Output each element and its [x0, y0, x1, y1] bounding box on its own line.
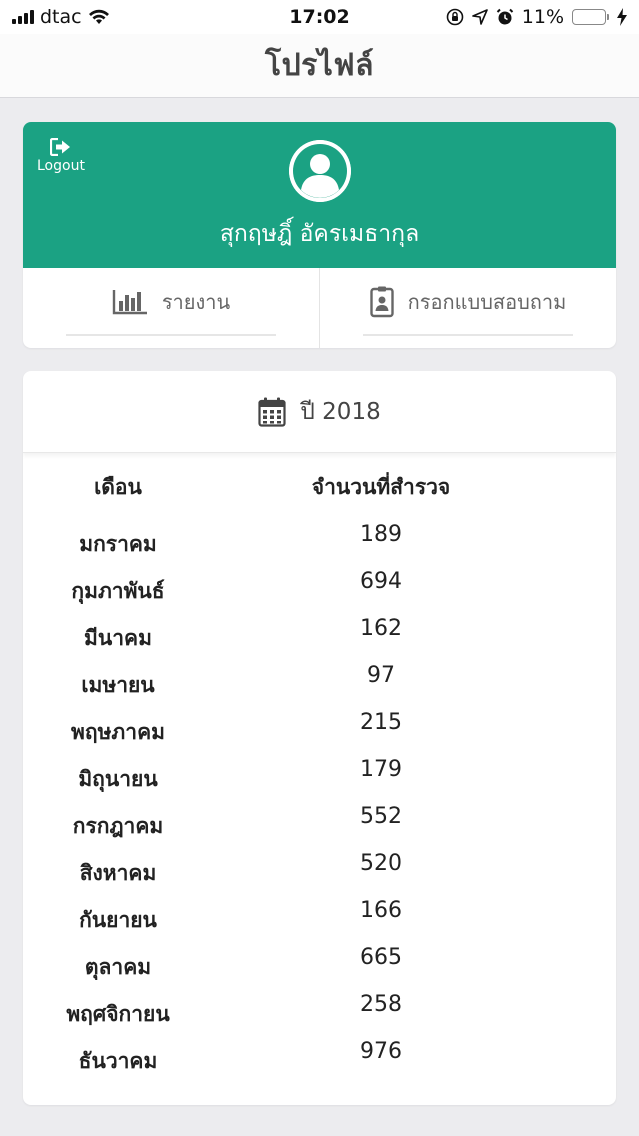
- count-cell: 976: [360, 1039, 402, 1064]
- table-row: มีนาคม 162: [23, 612, 616, 659]
- month-cell: พฤศจิกายน: [66, 1002, 170, 1026]
- month-cell: มีนาคม: [84, 626, 152, 650]
- count-cell: 552: [360, 804, 402, 829]
- logout-label: Logout: [37, 158, 85, 174]
- month-cell: ธันวาคม: [78, 1049, 158, 1073]
- table-row: มกราคม 189: [23, 518, 616, 565]
- profile-header: Logout สุกฤษฎิ์ อัครเมธากุล: [23, 122, 616, 268]
- carrier-label: dtac: [40, 6, 82, 28]
- charging-icon: [617, 8, 627, 26]
- month-cell: พฤษภาคม: [71, 720, 165, 744]
- month-cell: ตุลาคม: [84, 955, 152, 979]
- count-cell: 179: [360, 757, 402, 782]
- table-row: มิถุนายน 179: [23, 753, 616, 800]
- battery-percent: 11%: [521, 6, 564, 28]
- survey-underline: [363, 334, 573, 336]
- user-name: สุกฤษฎิ์ อัครเมธากุล: [219, 221, 420, 247]
- report-button[interactable]: รายงาน: [23, 268, 319, 348]
- month-cell: กรกฎาคม: [72, 814, 164, 838]
- table-row: กุมภาพันธ์ 694: [23, 565, 616, 612]
- column-header-count: จำนวนที่สำรวจ: [311, 475, 451, 499]
- calendar-icon: [258, 397, 286, 427]
- survey-button[interactable]: กรอกแบบสอบถาม: [319, 268, 616, 348]
- table-row: ธันวาคม 976: [23, 1035, 616, 1082]
- status-right: 11%: [446, 6, 627, 28]
- count-cell: 166: [360, 898, 402, 923]
- profile-actions: รายงาน กรอกแบบสอบถาม: [23, 268, 616, 348]
- bar-chart-icon: [112, 290, 147, 315]
- month-cell: กันยายน: [79, 908, 157, 932]
- count-cell: 97: [367, 663, 395, 688]
- signal-icon: [12, 10, 34, 24]
- alarm-icon: [496, 8, 513, 25]
- nav-bar: โปรไฟล์: [0, 34, 639, 98]
- table-row: กรกฎาคม 552: [23, 800, 616, 847]
- battery-icon: [572, 9, 609, 25]
- profile-card: Logout สุกฤษฎิ์ อัครเมธากุล รายงาน กรอกแ…: [23, 122, 616, 348]
- table-body: มกราคม 189 กุมภาพันธ์ 694 มีนาคม 162 เมษายน 97 พ…: [23, 518, 616, 1082]
- status-left: dtac: [12, 6, 110, 28]
- table-row: พฤศจิกายน 258: [23, 988, 616, 1035]
- location-icon: [471, 9, 488, 25]
- count-cell: 162: [360, 616, 402, 641]
- wifi-icon: [88, 9, 109, 24]
- id-badge-icon: [369, 286, 394, 318]
- year-label: ปี 2018: [300, 398, 381, 425]
- logout-icon: [49, 138, 70, 156]
- stats-card: ปี 2018 เดือน จำนวนที่สำรวจ มกราคม 189 กุม…: [23, 371, 616, 1105]
- count-cell: 215: [360, 710, 402, 735]
- report-underline: [66, 334, 276, 336]
- month-cell: เมษายน: [81, 673, 155, 697]
- year-header: ปี 2018: [23, 371, 616, 453]
- table-row: พฤษภาคม 215: [23, 706, 616, 753]
- user-avatar-icon: [288, 140, 351, 202]
- avatar: [288, 140, 351, 202]
- month-cell: กุมภาพันธ์: [71, 579, 165, 603]
- survey-table: เดือน จำนวนที่สำรวจ มกราคม 189 กุมภาพันธ์ 6…: [23, 471, 616, 1082]
- survey-label: กรอกแบบสอบถาม: [407, 290, 567, 314]
- logout-button[interactable]: Logout: [37, 138, 85, 174]
- table-row: สิงหาคม 520: [23, 847, 616, 894]
- table-header: เดือน จำนวนที่สำรวจ: [23, 471, 616, 518]
- table-row: เมษายน 97: [23, 659, 616, 706]
- column-header-month: เดือน: [94, 475, 142, 499]
- count-cell: 258: [360, 992, 402, 1017]
- orientation-lock-icon: [446, 8, 464, 26]
- status-bar: dtac 17:02 11%: [0, 0, 639, 34]
- month-cell: มิถุนายน: [78, 767, 158, 791]
- page-title: โปรไฟล์: [265, 48, 374, 83]
- table-row: ตุลาคม 665: [23, 941, 616, 988]
- count-cell: 665: [360, 945, 402, 970]
- count-cell: 189: [360, 522, 402, 547]
- month-cell: สิงหาคม: [79, 861, 157, 885]
- count-cell: 694: [360, 569, 402, 594]
- report-label: รายงาน: [161, 290, 231, 314]
- count-cell: 520: [360, 851, 402, 876]
- month-cell: มกราคม: [79, 532, 157, 556]
- table-row: กันยายน 166: [23, 894, 616, 941]
